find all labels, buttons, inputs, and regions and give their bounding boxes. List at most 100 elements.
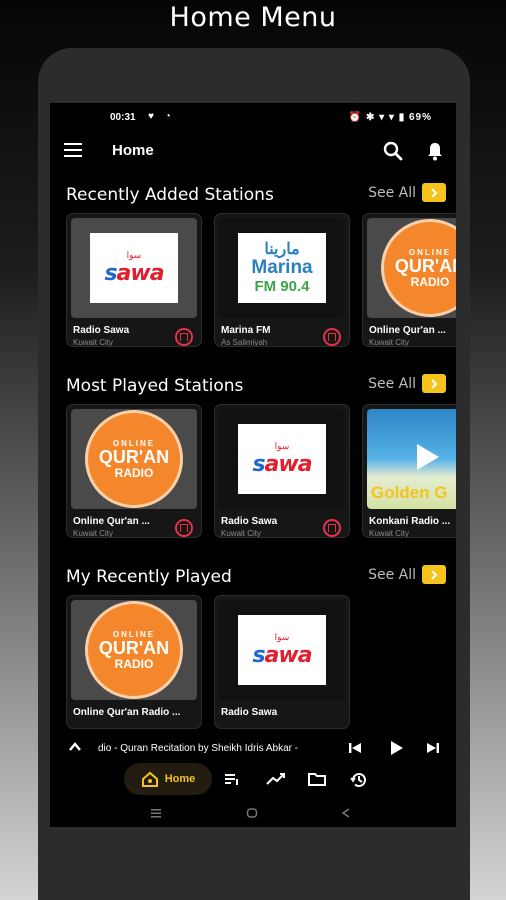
status-time: 00:31 bbox=[110, 112, 136, 123]
station-name: Online Qur'an Radio ... bbox=[73, 707, 181, 718]
station-thumbnail: سوا sawa bbox=[71, 218, 197, 318]
see-all-label: See All bbox=[368, 566, 416, 583]
station-thumbnail: Golden G bbox=[367, 409, 456, 509]
logo-text: RADIO bbox=[114, 656, 154, 671]
golden-station-logo: Golden G bbox=[367, 409, 456, 509]
radio-sawa-logo: سوا sawa bbox=[238, 615, 326, 685]
playlist-icon[interactable] bbox=[224, 771, 240, 787]
station-name: Online Qur'an ... bbox=[73, 516, 150, 527]
now-playing-title: dio - Quran Recitation by Sheikh Idris A… bbox=[98, 743, 299, 754]
logo-text: RADIO bbox=[410, 274, 450, 289]
logo-text: RADIO bbox=[114, 465, 154, 480]
search-icon[interactable] bbox=[382, 140, 404, 162]
station-carousel[interactable]: سوا sawa Radio Sawa Kuwait City مارينا M… bbox=[66, 213, 456, 347]
logo-text: QUR'AN bbox=[98, 446, 170, 467]
back-icon[interactable] bbox=[340, 807, 352, 819]
page-caption: Home Menu bbox=[169, 2, 337, 33]
see-all-button[interactable]: See All bbox=[368, 374, 446, 393]
section-title: Recently Added Stations bbox=[66, 185, 274, 205]
logo-text: sawa bbox=[252, 452, 312, 477]
station-card[interactable]: مارينا Marina FM 90.4 Marina FM As Salim… bbox=[214, 213, 350, 347]
skip-previous-icon[interactable] bbox=[348, 741, 362, 755]
home-button-icon[interactable] bbox=[246, 807, 258, 819]
nav-home[interactable]: Home bbox=[124, 763, 212, 795]
bookmark-icon[interactable] bbox=[323, 328, 341, 346]
station-carousel[interactable]: ONLINE QUR'AN RADIO Online Qur'an ... Ku… bbox=[66, 404, 456, 538]
logo-text: سوا bbox=[126, 250, 142, 260]
section-title: My Recently Played bbox=[66, 567, 232, 587]
history-icon[interactable] bbox=[350, 771, 368, 789]
arrow-right-icon bbox=[422, 183, 446, 202]
station-card[interactable]: ONLINE QUR'AN RADIO Online Qur'an ... Ku… bbox=[362, 213, 456, 347]
chevron-up-icon[interactable] bbox=[68, 741, 82, 753]
station-city: Kuwait City bbox=[369, 529, 410, 538]
logo-text: FM 90.4 bbox=[254, 277, 310, 295]
status-right: ⏰ ✱ ▾ ▾ ▮ 69% bbox=[349, 112, 432, 123]
online-quran-radio-logo: ONLINE QUR'AN RADIO bbox=[372, 218, 456, 318]
online-quran-radio-logo: ONLINE QUR'AN RADIO bbox=[76, 600, 192, 700]
station-card[interactable]: سوا sawa Radio Sawa bbox=[214, 595, 350, 729]
bookmark-icon[interactable] bbox=[175, 519, 193, 537]
station-city: Kuwait City bbox=[221, 529, 262, 538]
station-card[interactable]: Golden G Konkani Radio ... Kuwait City bbox=[362, 404, 456, 538]
see-all-label: See All bbox=[368, 375, 416, 392]
station-thumbnail: مارينا Marina FM 90.4 bbox=[219, 218, 345, 318]
station-city: As Salimiyah bbox=[221, 338, 268, 347]
nav-home-label: Home bbox=[164, 773, 196, 785]
trending-icon[interactable] bbox=[266, 771, 286, 787]
notification-bell-icon[interactable] bbox=[424, 140, 446, 162]
system-navigation-bar bbox=[50, 803, 456, 827]
bookmark-icon[interactable] bbox=[175, 328, 193, 346]
app-bar-title: Home bbox=[112, 142, 154, 159]
logo-text: Golden G bbox=[371, 483, 448, 502]
home-icon bbox=[141, 771, 158, 787]
station-name: Marina FM bbox=[221, 325, 271, 336]
logo-text: QUR'AN bbox=[394, 255, 456, 276]
station-thumbnail: سوا sawa bbox=[219, 600, 345, 700]
station-city: Kuwait City bbox=[369, 338, 410, 347]
recents-icon[interactable] bbox=[150, 807, 162, 819]
section-title: Most Played Stations bbox=[66, 376, 244, 396]
mini-player[interactable]: dio - Quran Recitation by Sheikh Idris A… bbox=[50, 733, 456, 763]
logo-text: سوا bbox=[274, 632, 290, 642]
online-quran-radio-logo: ONLINE QUR'AN RADIO bbox=[76, 409, 192, 509]
logo-text: QUR'AN bbox=[98, 637, 170, 658]
logo-text: sawa bbox=[252, 643, 312, 668]
folder-icon[interactable] bbox=[308, 771, 326, 787]
see-all-button[interactable]: See All bbox=[368, 183, 446, 202]
station-name: Radio Sawa bbox=[73, 325, 130, 336]
station-thumbnail: ONLINE QUR'AN RADIO bbox=[367, 218, 456, 318]
menu-icon[interactable] bbox=[64, 143, 82, 157]
system-status-icons: ⏰ ✱ ▾ ▾ ▮ bbox=[348, 112, 409, 123]
station-city: Kuwait City bbox=[73, 338, 114, 347]
status-bar: 00:31 ♥ ◔ ⏰ ✱ ▾ ▾ ▮ 69% bbox=[50, 103, 456, 131]
arrow-right-icon bbox=[422, 565, 446, 584]
station-carousel[interactable]: ONLINE QUR'AN RADIO Online Qur'an Radio … bbox=[66, 595, 456, 729]
app-screen: 00:31 ♥ ◔ ⏰ ✱ ▾ ▾ ▮ 69% Home Recently Ad… bbox=[50, 103, 456, 827]
bottom-navigation: Home bbox=[50, 763, 456, 803]
station-card[interactable]: سوا sawa Radio Sawa Kuwait City bbox=[214, 404, 350, 538]
station-thumbnail: سوا sawa bbox=[219, 409, 345, 509]
see-all-label: See All bbox=[368, 184, 416, 201]
radio-sawa-logo: سوا sawa bbox=[90, 233, 178, 303]
logo-text: سوا bbox=[274, 441, 290, 451]
marina-fm-logo: مارينا Marina FM 90.4 bbox=[238, 233, 326, 303]
play-icon[interactable] bbox=[388, 740, 404, 756]
station-card[interactable]: ONLINE QUR'AN RADIO Online Qur'an ... Ku… bbox=[66, 404, 202, 538]
logo-text: sawa bbox=[104, 261, 164, 286]
play-icon[interactable] bbox=[417, 444, 439, 470]
station-card[interactable]: ONLINE QUR'AN RADIO Online Qur'an Radio … bbox=[66, 595, 202, 729]
station-thumbnail: ONLINE QUR'AN RADIO bbox=[71, 409, 197, 509]
station-city: Kuwait City bbox=[73, 529, 114, 538]
station-name: Radio Sawa bbox=[221, 516, 278, 527]
arrow-right-icon bbox=[422, 374, 446, 393]
bookmark-icon[interactable] bbox=[323, 519, 341, 537]
station-card[interactable]: سوا sawa Radio Sawa Kuwait City bbox=[66, 213, 202, 347]
station-thumbnail: ONLINE QUR'AN RADIO bbox=[71, 600, 197, 700]
station-name: Radio Sawa bbox=[221, 707, 278, 718]
notification-icons: ♥ ◔ bbox=[148, 111, 175, 122]
logo-text: مارينا bbox=[264, 240, 300, 258]
see-all-button[interactable]: See All bbox=[368, 565, 446, 584]
logo-text: Marina bbox=[251, 256, 313, 278]
skip-next-icon[interactable] bbox=[426, 741, 440, 755]
